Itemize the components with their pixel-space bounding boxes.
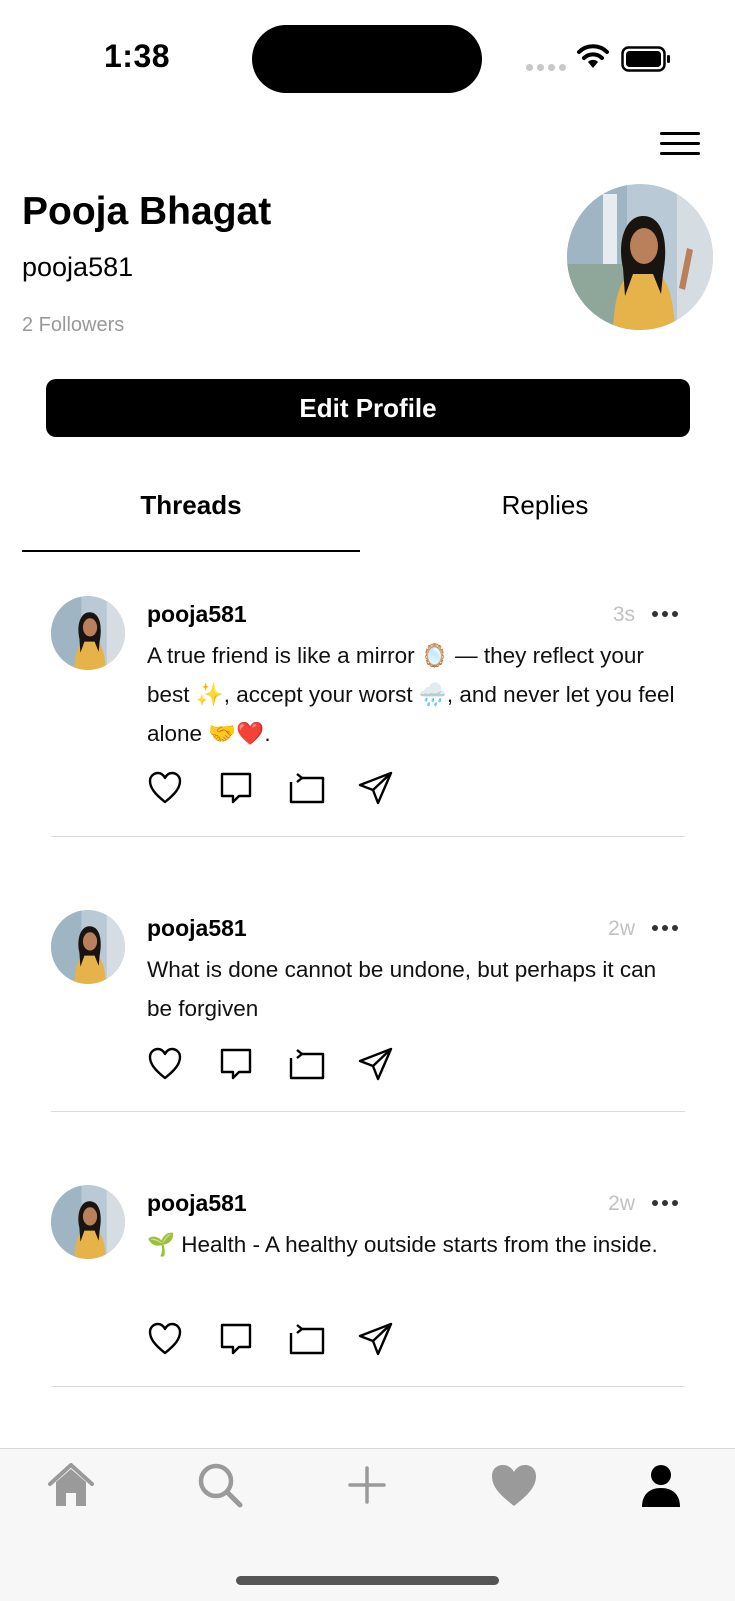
post-text: A true friend is like a mirror 🪞 — they … <box>147 643 675 746</box>
heart-icon[interactable] <box>147 1321 217 1357</box>
repost-icon[interactable] <box>287 770 357 806</box>
divider <box>51 836 685 837</box>
more-options-icon[interactable] <box>652 1193 684 1213</box>
comment-icon[interactable] <box>217 770 287 806</box>
home-icon[interactable] <box>46 1460 96 1510</box>
divider <box>51 1111 685 1112</box>
followers-count[interactable]: 2 Followers <box>22 314 124 337</box>
post-avatar[interactable] <box>51 596 125 670</box>
active-tab-indicator <box>22 550 360 552</box>
post-actions <box>147 770 427 806</box>
more-options-icon[interactable] <box>652 604 684 624</box>
battery-icon <box>621 46 670 72</box>
post-username[interactable]: pooja581 <box>147 915 247 942</box>
share-icon[interactable] <box>357 1046 427 1082</box>
repost-icon[interactable] <box>287 1321 357 1357</box>
plus-icon[interactable] <box>342 1460 392 1510</box>
share-icon[interactable] <box>357 1321 427 1357</box>
post-username[interactable]: pooja581 <box>147 601 247 628</box>
avatar[interactable] <box>567 184 713 330</box>
heart-icon[interactable] <box>147 1046 217 1082</box>
post-avatar[interactable] <box>51 910 125 984</box>
post-actions <box>147 1321 427 1357</box>
status-time: 1:38 <box>104 38 171 74</box>
post-text: What is done cannot be undone, but perha… <box>147 957 657 1021</box>
tab-replies[interactable]: Replies <box>367 490 723 521</box>
more-options-icon[interactable] <box>652 918 684 938</box>
share-icon[interactable] <box>357 770 427 806</box>
search-icon[interactable] <box>195 1460 245 1510</box>
dynamic-island <box>252 25 482 93</box>
home-indicator <box>236 1576 499 1585</box>
post-timestamp: 3s <box>612 603 635 626</box>
post-avatar[interactable] <box>51 1185 125 1259</box>
post-timestamp: 2w <box>608 917 635 940</box>
menu-icon[interactable] <box>660 130 700 156</box>
post-username[interactable]: pooja581 <box>147 1190 247 1217</box>
heart-icon[interactable] <box>147 770 217 806</box>
post-text: 🌱 Health - A healthy outside starts from… <box>147 1232 658 1257</box>
repost-icon[interactable] <box>287 1046 357 1082</box>
divider <box>51 1386 685 1387</box>
wifi-icon <box>577 44 609 68</box>
tab-threads[interactable]: Threads <box>22 490 360 521</box>
post-actions <box>147 1046 427 1082</box>
signal-icon <box>526 64 566 71</box>
comment-icon[interactable] <box>217 1321 287 1357</box>
heart-icon[interactable] <box>489 1460 539 1510</box>
profile-name: Pooja Bhagat <box>22 190 272 233</box>
comment-icon[interactable] <box>217 1046 287 1082</box>
profile-icon[interactable] <box>636 1460 686 1510</box>
edit-profile-button[interactable]: Edit Profile <box>46 379 690 437</box>
profile-handle: pooja581 <box>22 252 134 282</box>
post-timestamp: 2w <box>608 1192 635 1215</box>
